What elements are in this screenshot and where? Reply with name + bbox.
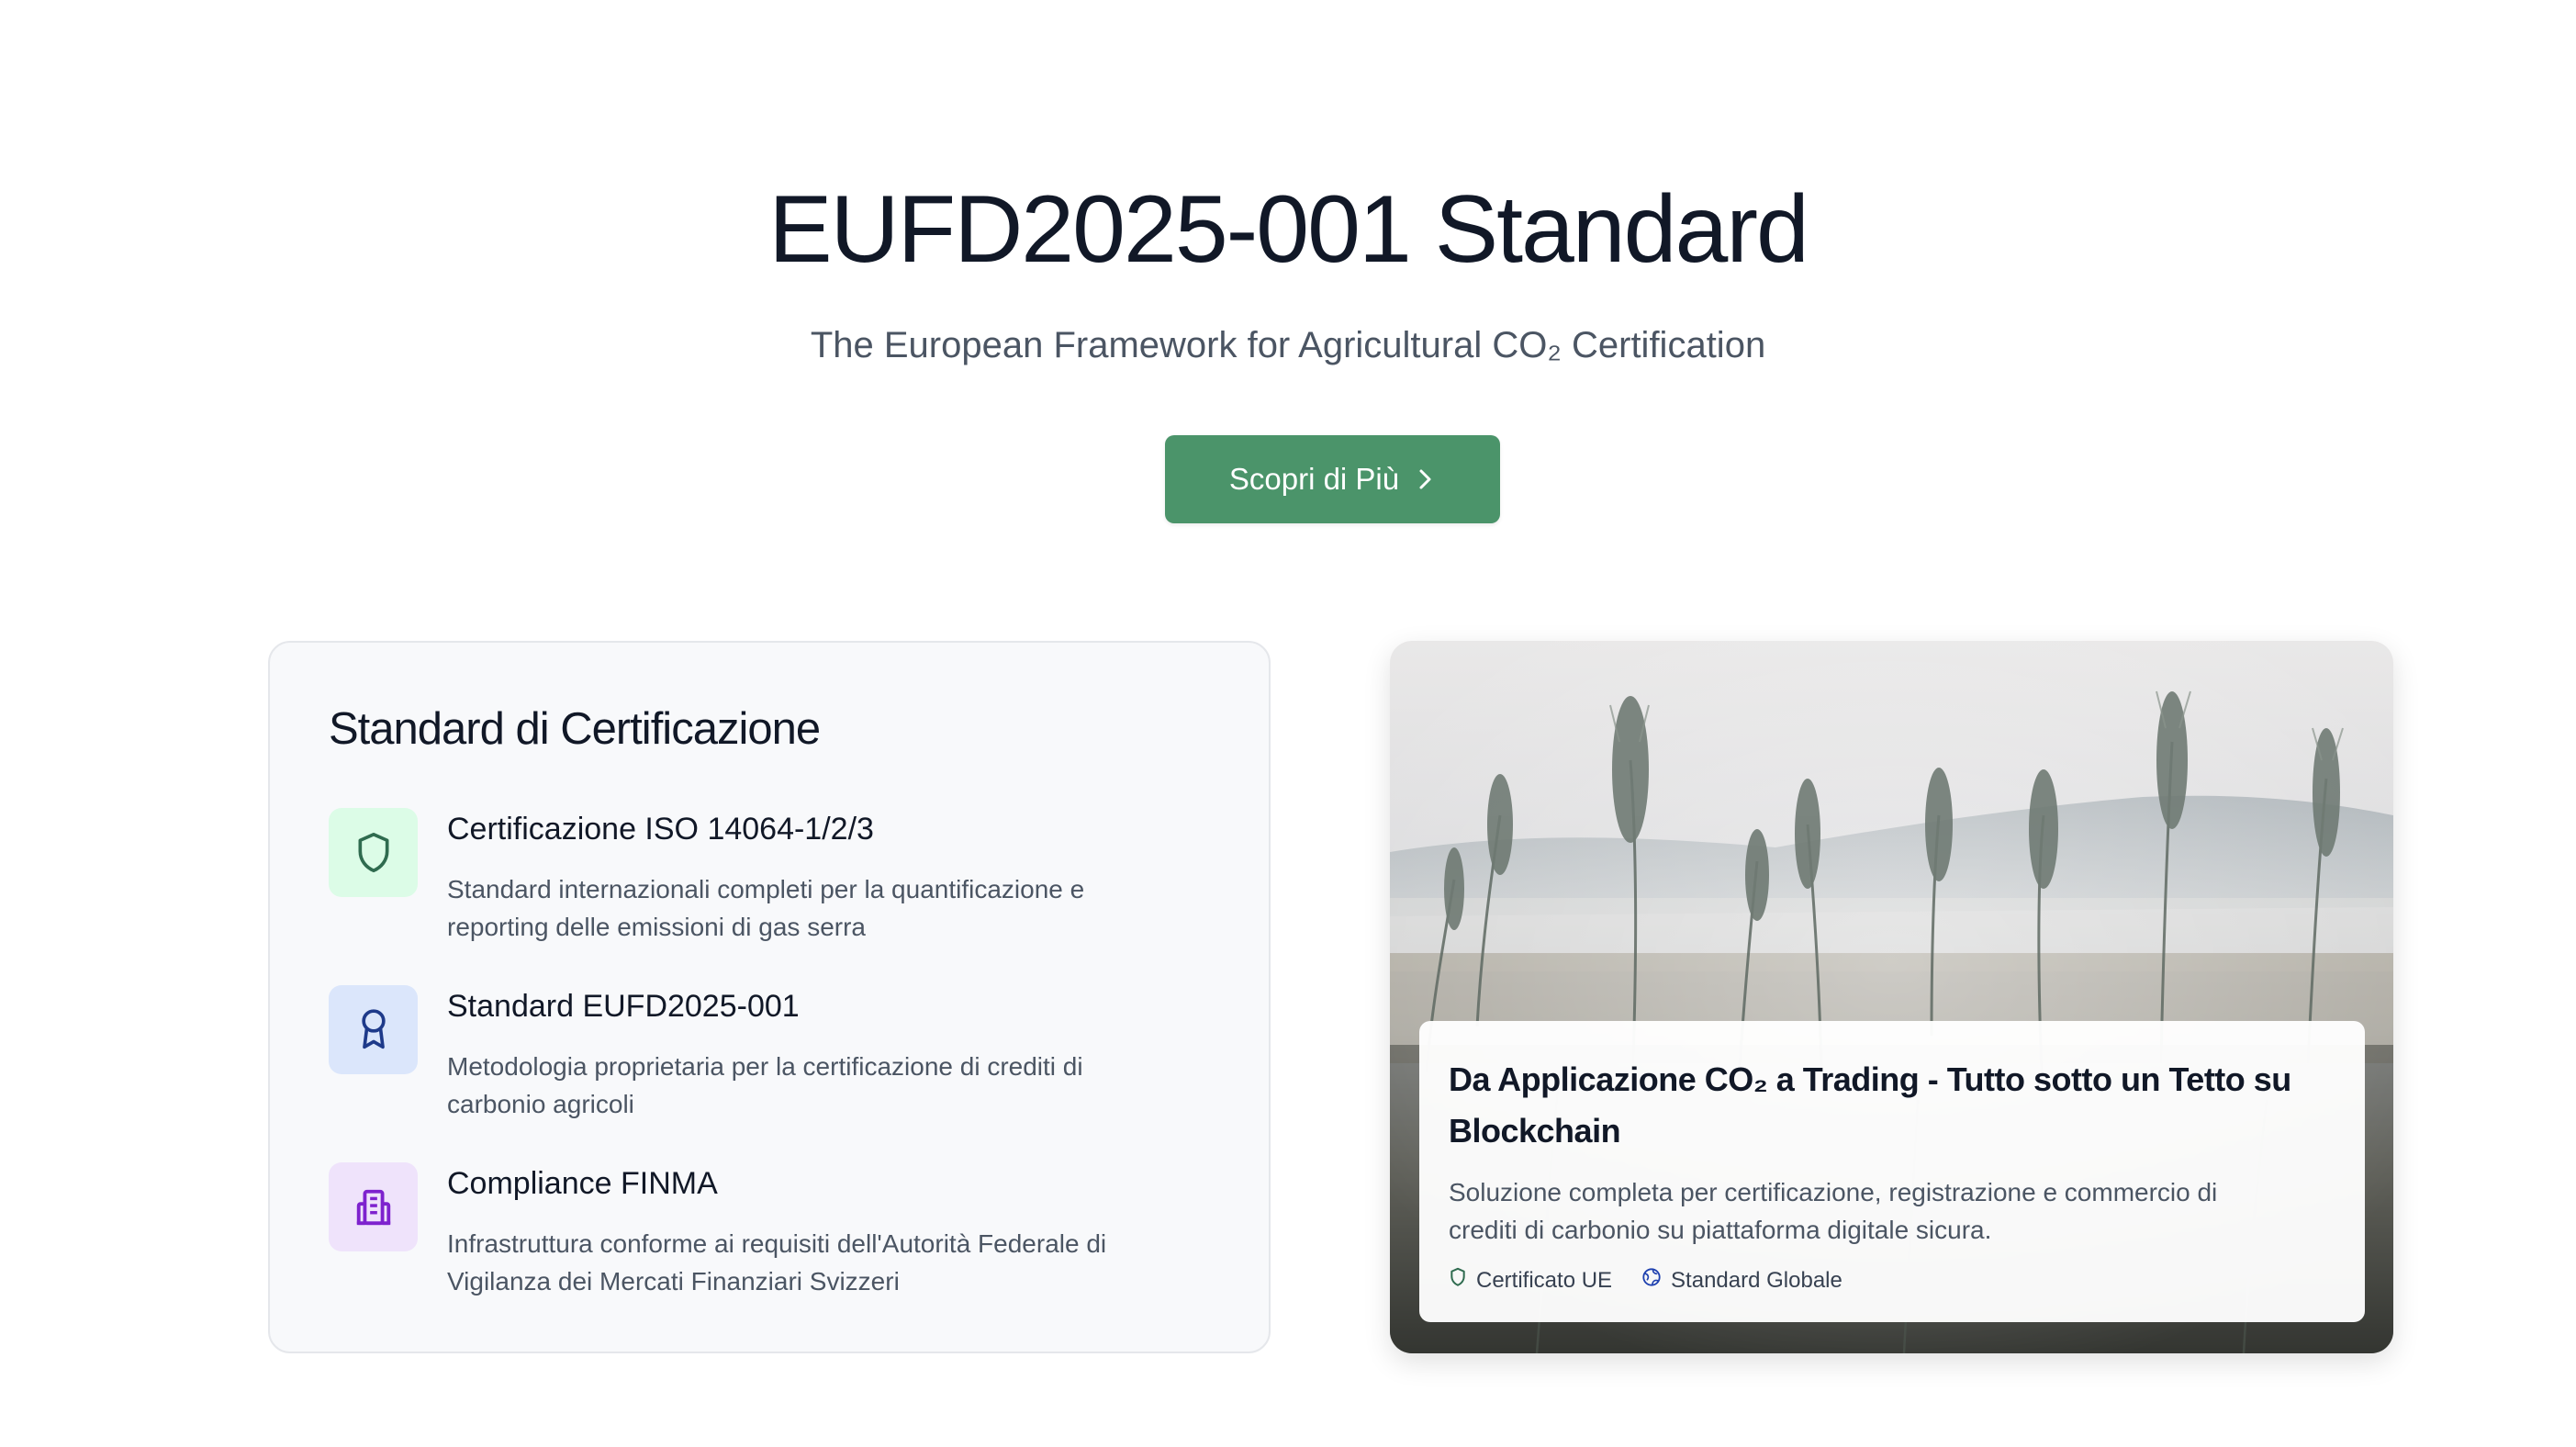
feature-description: Metodologia proprietaria per la certific… — [447, 1052, 1083, 1118]
feature-title: Compliance FINMA — [447, 1166, 718, 1201]
blockchain-image-card: Da Applicazione CO₂ a Trading - Tutto so… — [1390, 641, 2393, 1353]
learn-more-button-label: Scopri di Più — [1228, 462, 1400, 496]
learn-more-button[interactable]: Scopri di Più — [1165, 435, 1500, 523]
feature-description: Standard internazionali completi per la … — [447, 875, 1085, 941]
globe-icon — [1641, 1267, 1662, 1294]
blockchain-info-panel: Da Applicazione CO₂ a Trading - Tutto so… — [1419, 1021, 2365, 1322]
page-title: EUFD2025-001 Standard — [768, 176, 1809, 283]
feature-title: Standard EUFD2025-001 — [447, 989, 800, 1024]
page-subtitle: The European Framework for Agricultural … — [810, 325, 1766, 365]
eu-certified-badge: Certificato UE — [1449, 1267, 1612, 1294]
award-icon — [329, 985, 418, 1074]
global-standard-badge: Standard Globale — [1641, 1267, 1842, 1294]
badge-row: Certificato UE Standard Globale — [1449, 1267, 1842, 1294]
badge-label: Certificato UE — [1476, 1267, 1613, 1293]
shield-icon — [1449, 1267, 1467, 1294]
blockchain-panel-description: Soluzione completa per certificazione, r… — [1449, 1178, 2218, 1244]
feature-title: Certificazione ISO 14064-1/2/3 — [447, 812, 874, 847]
feature-description: Infrastruttura conforme ai requisiti del… — [447, 1229, 1107, 1296]
feature-finma: Compliance FINMA Infrastruttura conforme… — [329, 1162, 1210, 1309]
shield-icon — [329, 808, 418, 897]
certification-standards-heading: Standard di Certificazione — [329, 704, 821, 754]
chevron-right-icon — [1416, 466, 1436, 493]
feature-eufd: Standard EUFD2025-001 Metodologia propri… — [329, 985, 1210, 1132]
feature-iso: Certificazione ISO 14064-1/2/3 Standard … — [329, 808, 1210, 955]
building-icon — [329, 1162, 418, 1251]
page: EUFD2025-001 Standard The European Frame… — [0, 0, 2576, 1447]
blockchain-panel-title: Da Applicazione CO₂ a Trading - Tutto so… — [1449, 1060, 2291, 1150]
certification-standards-card: Standard di Certificazione Certificazion… — [268, 641, 1271, 1353]
badge-label: Standard Globale — [1671, 1267, 1842, 1293]
